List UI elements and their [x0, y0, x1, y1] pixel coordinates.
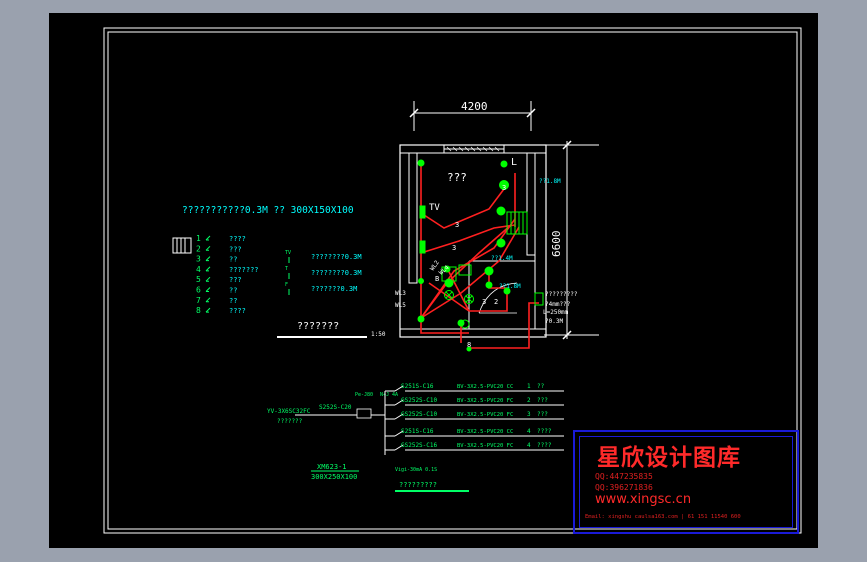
- legend-socket-label: ????????0.3M: [311, 269, 362, 277]
- box-name: XM623-1: [317, 463, 347, 471]
- legend-item-number: 2: [196, 244, 201, 253]
- circuit-cable: BV-3X2.5-PVC20 FC: [457, 398, 513, 404]
- legend-item-label: ????: [229, 235, 246, 243]
- circuit-number: 4: [527, 428, 531, 435]
- note-1-8m-a: ??1.8M: [539, 178, 561, 185]
- circuit-cable: BV-3X2.5-PVC20 FC: [457, 412, 513, 418]
- incoming-cable: YV-3X6SC32FC: [267, 408, 311, 415]
- legend-item-number: 6: [196, 286, 201, 295]
- socket-l-label: L: [511, 157, 517, 168]
- wire-wl5: WL5: [395, 302, 406, 309]
- wire-3b: 3: [455, 221, 459, 229]
- floor-plan: 4200 6600 ??? TV L ??1.8M ??1.4M ??1.8M …: [395, 100, 599, 352]
- circuit-cable: BV-3X2.5-PVC20 FC: [457, 443, 513, 449]
- circuit-number: 2: [527, 397, 531, 404]
- circuit-number: 3: [527, 411, 531, 418]
- watermark-url[interactable]: www.xingsc.cn: [595, 492, 691, 507]
- panel-size: ?4mm???: [545, 301, 571, 308]
- dim-height: 6600: [550, 231, 563, 258]
- legend-item-number: 8: [196, 306, 201, 315]
- circuit-breaker: GS252S-C16: [401, 442, 438, 449]
- circuit-breaker: S251S-C16: [401, 383, 434, 390]
- legend-socket-symbol: TV: [285, 250, 291, 256]
- circuit-cable: BV-3X2.5-PVC20 CC: [457, 429, 513, 435]
- wire-wl4: WL4: [438, 264, 451, 277]
- legend-item-number: 4: [196, 265, 201, 274]
- legend-item-number: 3: [196, 255, 201, 264]
- legend-socket-label: ???????0.3M: [311, 285, 357, 293]
- drawing-sheet: 4200 6600 ??? TV L ??1.8M ??1.4M ??1.8M …: [49, 13, 818, 548]
- legend-item-number: 1: [196, 234, 201, 243]
- mark-b: B: [435, 275, 439, 283]
- legend-item-number: 5: [196, 275, 201, 284]
- note-1-4m: ??1.4M: [491, 255, 513, 262]
- main-breaker: S252S-C20: [319, 404, 352, 411]
- note-1-8m-b: ??1.8M: [499, 283, 521, 290]
- legend-socket-symbol: F: [285, 282, 288, 288]
- legend-item-symbol: [205, 276, 211, 282]
- legend-scale: 1:50: [371, 331, 386, 338]
- diagram-title: ?????????: [399, 481, 437, 489]
- circuit-cable: BV-3X2.5-PVC20 CC: [457, 384, 513, 390]
- legend-item-number: 7: [196, 296, 201, 305]
- legend-item-symbol: [205, 287, 211, 292]
- system-diagram: YV-3X6SC32FC ??????? S252S-C20 Pe-J80 N+…: [267, 383, 564, 492]
- legend-item-symbol: [205, 235, 211, 241]
- rcd-note: Vigi-30mA 0.1S: [395, 467, 437, 473]
- legend-item-label: ???: [229, 245, 242, 253]
- circuit-description: ???: [537, 411, 548, 418]
- circuit-description: ??: [537, 383, 545, 390]
- legend-item-label: ??: [229, 287, 237, 295]
- panel-len: L=250mm: [543, 309, 569, 316]
- wire-wl3: WL3: [395, 290, 406, 297]
- panel-note: ?????????: [545, 291, 578, 298]
- watermark-qq2: QQ:396271836: [595, 483, 653, 492]
- panel-height: ?0.3M: [545, 318, 563, 325]
- box-size: 300X250X100: [311, 473, 357, 481]
- circuit-number: 1: [527, 383, 531, 390]
- circuit-description: ???: [537, 397, 548, 404]
- legend-item-label: ???????: [229, 266, 259, 274]
- legend-item-label: ??: [229, 297, 237, 305]
- legend-item-symbol: [205, 245, 211, 251]
- legend-item-label: ???: [229, 276, 242, 284]
- wire-3d: 3: [482, 298, 486, 306]
- circuit-number: 4: [527, 442, 531, 449]
- mark-2: 2: [494, 298, 498, 306]
- legend-socket-label: ????????0.3M: [311, 253, 362, 261]
- watermark-box: 星欣设计图库 QQ:447235835 QQ:396271836 www.xin…: [573, 430, 799, 534]
- circuit-description: ????: [537, 428, 552, 435]
- circuit-breaker: GS252S-C10: [401, 411, 438, 418]
- circuit-breaker: GS252S-C10: [401, 397, 438, 404]
- tv-label: TV: [429, 203, 440, 213]
- legend-item-symbol: [205, 266, 211, 272]
- legend-socket-symbol: T: [285, 266, 288, 272]
- pe-label: Pe-J80: [355, 392, 373, 398]
- incoming-note: ???????: [277, 418, 303, 425]
- legend-item-label: ??: [229, 256, 237, 264]
- legend: ???????????0.3M ?? 300X150X100 1 ???? 2???…: [172, 205, 386, 338]
- wire-3c: 3: [452, 244, 456, 252]
- watermark-title: 星欣设计图库: [597, 445, 741, 471]
- legend-item-symbol: [205, 307, 211, 313]
- legend-item-symbol: [205, 256, 211, 262]
- dim-width: 4200: [461, 100, 488, 113]
- room-label: ???: [447, 171, 467, 184]
- legend-item-label: ????: [229, 307, 246, 315]
- watermark-qq1: QQ:447235835: [595, 472, 653, 481]
- legend-item-symbol: [205, 297, 211, 303]
- legend-title: ???????????0.3M ?? 300X150X100: [182, 205, 354, 216]
- n-label: N+J 4A: [380, 392, 398, 398]
- circuit-description: ????: [537, 442, 552, 449]
- wire-3a: 3: [502, 184, 506, 192]
- watermark-email: Email: xingshu caulsa163.com | 61 151 11…: [585, 514, 741, 520]
- mark-8: 8: [467, 341, 471, 349]
- legend-plan-title: ???????: [297, 321, 339, 332]
- circuit-breaker: S251S-C16: [401, 428, 434, 435]
